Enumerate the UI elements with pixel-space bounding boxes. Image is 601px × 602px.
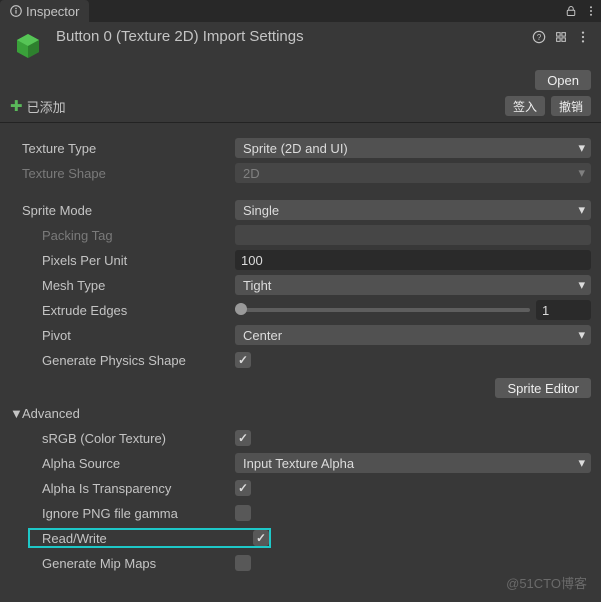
- pixels-per-unit-input[interactable]: [235, 250, 591, 270]
- sprite-mode-label: Sprite Mode: [10, 203, 235, 218]
- packing-tag-label: Packing Tag: [10, 228, 235, 243]
- texture-type-label: Texture Type: [10, 141, 235, 156]
- chevron-down-icon: ▾: [578, 277, 585, 293]
- preset-icon[interactable]: [553, 29, 569, 45]
- alpha-transparency-label: Alpha Is Transparency: [10, 481, 235, 496]
- read-write-checkbox[interactable]: [253, 530, 269, 546]
- chevron-down-icon: ▾: [578, 202, 585, 218]
- texture-type-dropdown[interactable]: Sprite (2D and UI) ▾: [235, 138, 591, 158]
- checkin-button[interactable]: 签入: [505, 96, 545, 116]
- alpha-source-dropdown[interactable]: Input Texture Alpha ▾: [235, 453, 591, 473]
- info-icon: [10, 5, 22, 17]
- packing-tag-input: [235, 225, 591, 245]
- help-icon[interactable]: ?: [531, 29, 547, 45]
- watermark: @51CTO博客: [506, 573, 587, 592]
- chevron-down-icon: ▾: [578, 455, 585, 471]
- gen-mipmaps-checkbox[interactable]: [235, 555, 251, 571]
- srgb-checkbox[interactable]: [235, 430, 251, 446]
- ignore-png-gamma-checkbox[interactable]: [235, 505, 251, 521]
- pivot-dropdown[interactable]: Center ▾: [235, 325, 591, 345]
- gen-physics-label: Generate Physics Shape: [10, 353, 235, 368]
- mesh-type-label: Mesh Type: [10, 278, 235, 293]
- vcs-status: 已添加: [27, 97, 66, 116]
- alpha-transparency-checkbox[interactable]: [235, 480, 251, 496]
- sprite-editor-button[interactable]: Sprite Editor: [495, 378, 591, 398]
- gen-physics-checkbox[interactable]: [235, 352, 251, 368]
- foldout-arrow-icon: ▼: [10, 406, 22, 421]
- read-write-label: Read/Write: [42, 531, 253, 546]
- asset-icon: [10, 28, 46, 64]
- inspector-tab[interactable]: Inspector: [0, 0, 89, 22]
- mesh-type-dropdown[interactable]: Tight ▾: [235, 275, 591, 295]
- ignore-png-gamma-label: Ignore PNG file gamma: [10, 506, 235, 521]
- asset-title: Button 0 (Texture 2D) Import Settings: [56, 28, 304, 45]
- menu-icon[interactable]: [575, 29, 591, 45]
- tab-title: Inspector: [26, 4, 79, 19]
- texture-shape-dropdown: 2D ▾: [235, 163, 591, 183]
- extrude-edges-slider[interactable]: [235, 308, 530, 312]
- chevron-down-icon: ▾: [578, 165, 585, 181]
- advanced-foldout[interactable]: ▼ Advanced: [10, 402, 591, 424]
- advanced-label: Advanced: [22, 406, 80, 421]
- alpha-source-label: Alpha Source: [10, 456, 235, 471]
- lock-icon[interactable]: [561, 1, 581, 21]
- chevron-down-icon: ▾: [578, 140, 585, 156]
- open-button[interactable]: Open: [535, 70, 591, 90]
- svg-text:?: ?: [537, 33, 542, 42]
- extrude-edges-value[interactable]: [536, 300, 591, 320]
- extrude-edges-label: Extrude Edges: [10, 303, 235, 318]
- revert-button[interactable]: 撤销: [551, 96, 591, 116]
- chevron-down-icon: ▾: [578, 327, 585, 343]
- pixels-per-unit-label: Pixels Per Unit: [10, 253, 235, 268]
- texture-shape-label: Texture Shape: [10, 166, 235, 181]
- gen-mipmaps-label: Generate Mip Maps: [10, 556, 235, 571]
- slider-thumb[interactable]: [235, 303, 247, 315]
- vcs-added-icon: ✚: [10, 97, 23, 115]
- pivot-label: Pivot: [10, 328, 235, 343]
- kebab-menu-icon[interactable]: [581, 1, 601, 21]
- sprite-mode-dropdown[interactable]: Single ▾: [235, 200, 591, 220]
- srgb-label: sRGB (Color Texture): [10, 431, 235, 446]
